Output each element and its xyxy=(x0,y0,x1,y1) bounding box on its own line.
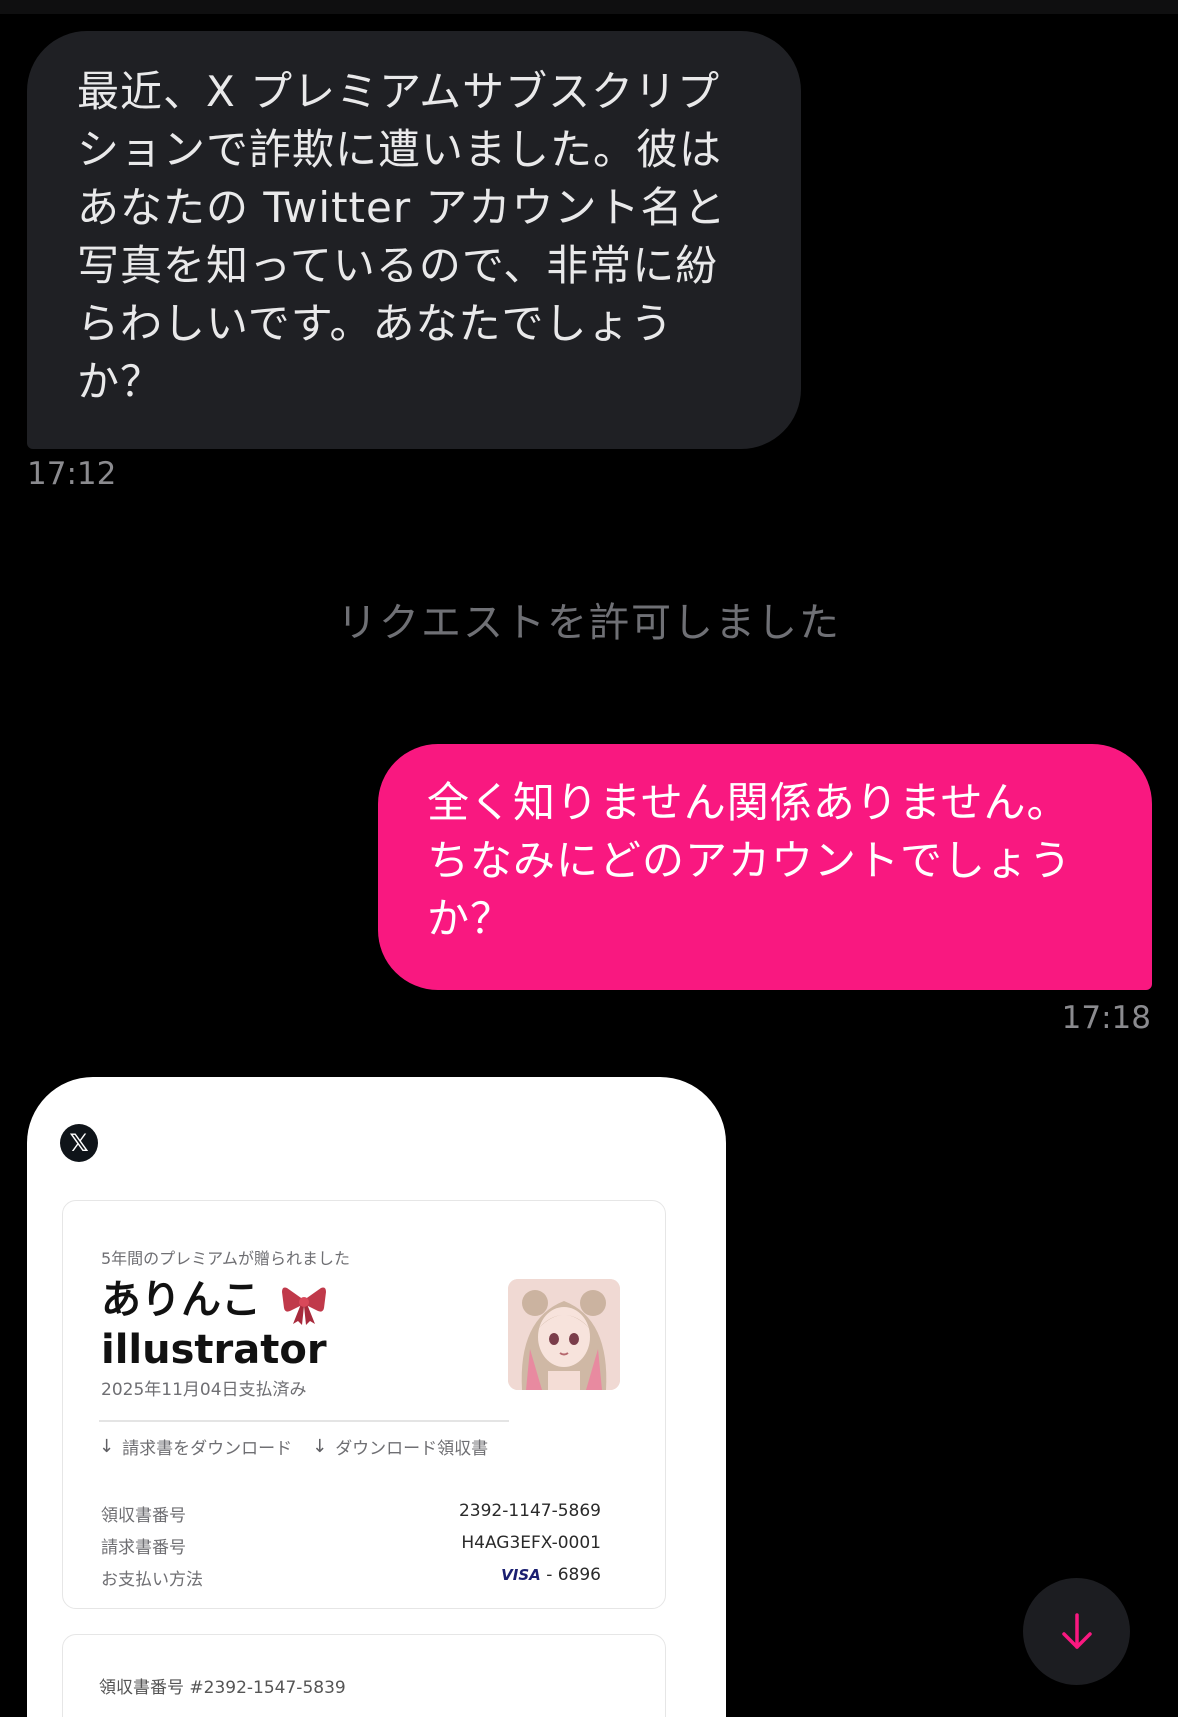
divider xyxy=(99,1420,509,1422)
avatar xyxy=(508,1279,620,1390)
download-actions: ↓ 請求書をダウンロード ↓ ダウンロード領収書 xyxy=(99,1434,488,1459)
download-invoice-label: 請求書をダウンロード xyxy=(122,1439,293,1459)
invoice-number-row: 請求書番号 H4AG3EFX-0001 xyxy=(101,1533,601,1558)
outgoing-message-text: 全く知りません関係ありません。 ちなみにどのアカウントでしょう か？ xyxy=(427,778,1073,943)
download-arrow-icon: ↓ xyxy=(99,1436,115,1457)
outgoing-message-time: 17:18 xyxy=(1061,1000,1151,1036)
payment-method-value: VISA - 6896 xyxy=(501,1565,601,1590)
paid-date: 2025年11月04日支払済み xyxy=(101,1380,307,1400)
download-receipt-label: ダウンロード領収書 xyxy=(335,1439,489,1459)
card-last-digits: - 6896 xyxy=(546,1565,601,1585)
gift-caption: 5年間のプレミアムが贈られました xyxy=(101,1249,351,1268)
scroll-to-bottom-button[interactable] xyxy=(1023,1578,1130,1685)
visa-logo-icon: VISA xyxy=(501,1566,541,1584)
second-receipt-number: 領収書番号 #2392-1547-5839 xyxy=(99,1678,346,1698)
ribbon-icon xyxy=(282,1287,326,1325)
incoming-message-text: 最近、X プレミアムサブスクリプ ションで詐欺に遭いました。彼は あなたの Tw… xyxy=(77,67,727,406)
invoice-number-value: H4AG3EFX-0001 xyxy=(461,1533,601,1553)
top-strip xyxy=(0,0,1178,14)
image-attachment[interactable]: 𝕏 5年間のプレミアムが贈られました ありんこ illustrator 2025… xyxy=(27,1077,726,1717)
request-accepted-notice: リクエストを許可しました xyxy=(337,600,841,646)
x-logo-icon: 𝕏 xyxy=(60,1124,98,1162)
receipt-card: 5年間のプレミアムが贈られました ありんこ illustrator 2025年1… xyxy=(62,1200,666,1609)
download-arrow-icon: ↓ xyxy=(312,1436,328,1457)
invoice-number-label: 請求書番号 xyxy=(101,1538,186,1558)
incoming-message-bubble[interactable]: 最近、X プレミアムサブスクリプ ションで詐欺に遭いました。彼は あなたの Tw… xyxy=(27,31,801,449)
incoming-message-time: 17:12 xyxy=(27,456,117,492)
payment-method-label: お支払い方法 xyxy=(101,1570,203,1590)
receipt-number-row: 領収書番号 2392-1147-5869 xyxy=(101,1501,601,1526)
download-invoice-link[interactable]: ↓ 請求書をダウンロード xyxy=(99,1434,292,1459)
download-receipt-link[interactable]: ↓ ダウンロード領収書 xyxy=(312,1434,488,1459)
arrow-down-icon xyxy=(1061,1612,1092,1649)
outgoing-message-bubble[interactable]: 全く知りません関係ありません。 ちなみにどのアカウントでしょう か？ xyxy=(378,744,1152,990)
receipt-number-label: 領収書番号 xyxy=(101,1506,186,1526)
second-receipt-card: 領収書番号 #2392-1547-5839 xyxy=(62,1634,666,1717)
payment-method-row: お支払い方法 VISA - 6896 xyxy=(101,1565,601,1590)
receipt-number-value: 2392-1147-5869 xyxy=(458,1501,601,1521)
